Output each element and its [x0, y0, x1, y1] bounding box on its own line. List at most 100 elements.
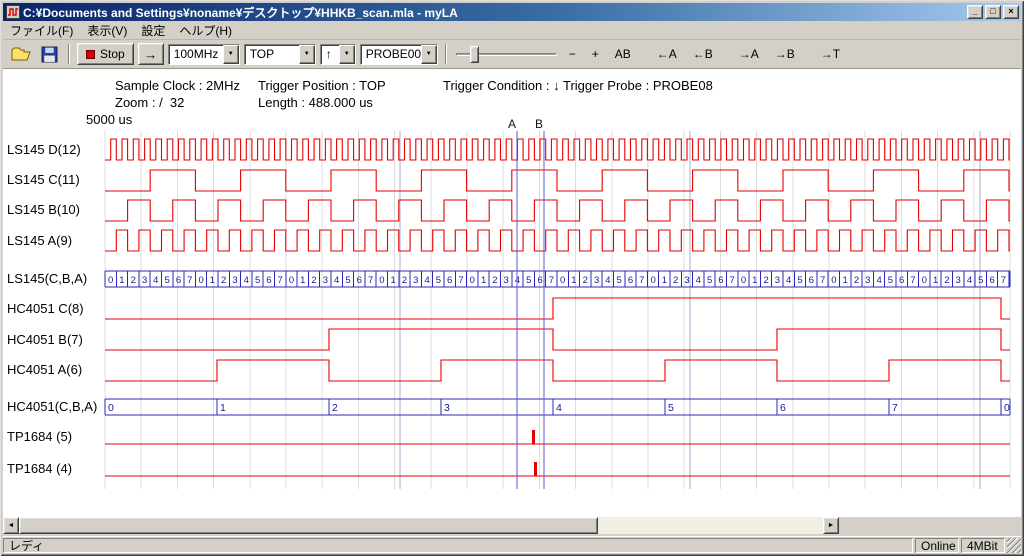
bus-value: 4	[967, 275, 972, 286]
status-ready-text: レディ	[3, 538, 913, 553]
channel-label: LS145 A(9)	[7, 233, 72, 248]
channel-label: HC4051 C(8)	[7, 301, 84, 316]
bus-value: 1	[752, 275, 757, 286]
bus-value: 6	[989, 275, 994, 286]
waveform-trace	[105, 170, 1010, 191]
bus-value: 0	[470, 275, 475, 286]
bus-value: 3	[323, 275, 328, 286]
bus-value: 5	[978, 275, 983, 286]
waveform-trace	[105, 329, 1010, 350]
bus-value: 7	[1001, 275, 1006, 286]
pulse-mark	[532, 430, 535, 444]
bus-value: 5	[668, 402, 674, 414]
bus-value: 4	[244, 275, 249, 286]
bus-value: 0	[1004, 402, 1010, 414]
bus-value: 2	[583, 275, 588, 286]
bus-value: 1	[571, 275, 576, 286]
bus-value: 0	[289, 275, 294, 286]
bus-value: 5	[165, 275, 170, 286]
bus-value: 5	[436, 275, 441, 286]
channel-label: TP1684 (4)	[7, 461, 72, 476]
bus-value: 3	[955, 275, 960, 286]
channel-label: HC4051(C,B,A)	[7, 399, 97, 414]
bus-value: 4	[605, 275, 610, 286]
bus-value: 7	[820, 275, 825, 286]
bus-value: 7	[277, 275, 282, 286]
bus-value: 6	[899, 275, 904, 286]
status-online-badge: Online	[915, 538, 959, 553]
bus-value: 3	[232, 275, 237, 286]
bus-value: 7	[549, 275, 554, 286]
bus-value: 1	[119, 275, 124, 286]
status-memory-badge: 4MBit	[961, 538, 1005, 553]
bus-value: 4	[876, 275, 881, 286]
bus-value: 0	[108, 402, 114, 414]
bus-value: 2	[492, 275, 497, 286]
bus-value: 2	[854, 275, 859, 286]
bus-value: 6	[357, 275, 362, 286]
bus-value: 5	[345, 275, 350, 286]
waveform-display[interactable]: LS145 D(12) LS145 C(11) LS145 B(10) LS145 A…	[0, 0, 1024, 556]
bus-value: 4	[556, 402, 562, 414]
pulse-mark	[534, 462, 537, 476]
bus-value: 6	[628, 275, 633, 286]
bus-value: 3	[503, 275, 508, 286]
bus-value: 5	[888, 275, 893, 286]
bus-value: 0	[198, 275, 203, 286]
bus-value: 0	[560, 275, 565, 286]
bus-value: 3	[684, 275, 689, 286]
bus-value: 2	[221, 275, 226, 286]
bus-value: 3	[865, 275, 870, 286]
channel-label: LS145(C,B,A)	[7, 271, 87, 286]
bus-value: 2	[332, 402, 338, 414]
bus-value: 3	[444, 402, 450, 414]
bus-value: 1	[933, 275, 938, 286]
bus-value: 6	[780, 402, 786, 414]
bus-value: 7	[729, 275, 734, 286]
cursor-b-label: B	[535, 117, 543, 131]
scrollbar-thumb[interactable]	[19, 517, 598, 534]
bus-value: 0	[108, 275, 113, 286]
waveform-trace	[105, 298, 1010, 319]
bus-value: 4	[696, 275, 701, 286]
bus-value: 6	[447, 275, 452, 286]
bus-value: 5	[797, 275, 802, 286]
channel-label: LS145 B(10)	[7, 202, 80, 217]
horizontal-scrollbar[interactable]: ◄ ►	[3, 517, 839, 534]
bus-value: 2	[763, 275, 768, 286]
bus-value: 7	[892, 402, 898, 414]
scroll-left-button[interactable]: ◄	[3, 517, 19, 534]
scroll-right-button[interactable]: ►	[823, 517, 839, 534]
bus-value: 1	[300, 275, 305, 286]
app-window: C:¥Documents and Settings¥noname¥デスクトップ¥…	[0, 0, 1024, 556]
bus-value: 5	[526, 275, 531, 286]
bus-value: 6	[718, 275, 723, 286]
waveform-trace	[105, 200, 1010, 221]
channel-label: LS145 D(12)	[7, 142, 81, 157]
bus-value: 6	[266, 275, 271, 286]
bus-value: 4	[786, 275, 791, 286]
bus-value: 1	[662, 275, 667, 286]
resize-grip[interactable]	[1007, 538, 1021, 553]
bus-value: 7	[639, 275, 644, 286]
bus-value: 5	[707, 275, 712, 286]
cursor-a-label: A	[508, 117, 516, 131]
bus-value: 0	[922, 275, 927, 286]
statusbar: レディ Online 4MBit	[3, 536, 1021, 553]
bus-value: 7	[368, 275, 373, 286]
bus-value: 6	[537, 275, 542, 286]
channel-label: LS145 C(11)	[7, 172, 80, 187]
bus-value: 2	[673, 275, 678, 286]
channel-label: HC4051 A(6)	[7, 362, 82, 377]
bus-value: 4	[334, 275, 339, 286]
waveform-trace	[105, 360, 1010, 381]
bus-value: 1	[210, 275, 215, 286]
bus-value: 1	[481, 275, 486, 286]
bus-value: 4	[424, 275, 429, 286]
bus-value: 7	[187, 275, 192, 286]
bus-value: 3	[594, 275, 599, 286]
bus-value: 3	[413, 275, 418, 286]
waveform-trace	[105, 230, 1010, 251]
bus-value: 3	[775, 275, 780, 286]
scrollbar-track[interactable]	[19, 517, 823, 534]
